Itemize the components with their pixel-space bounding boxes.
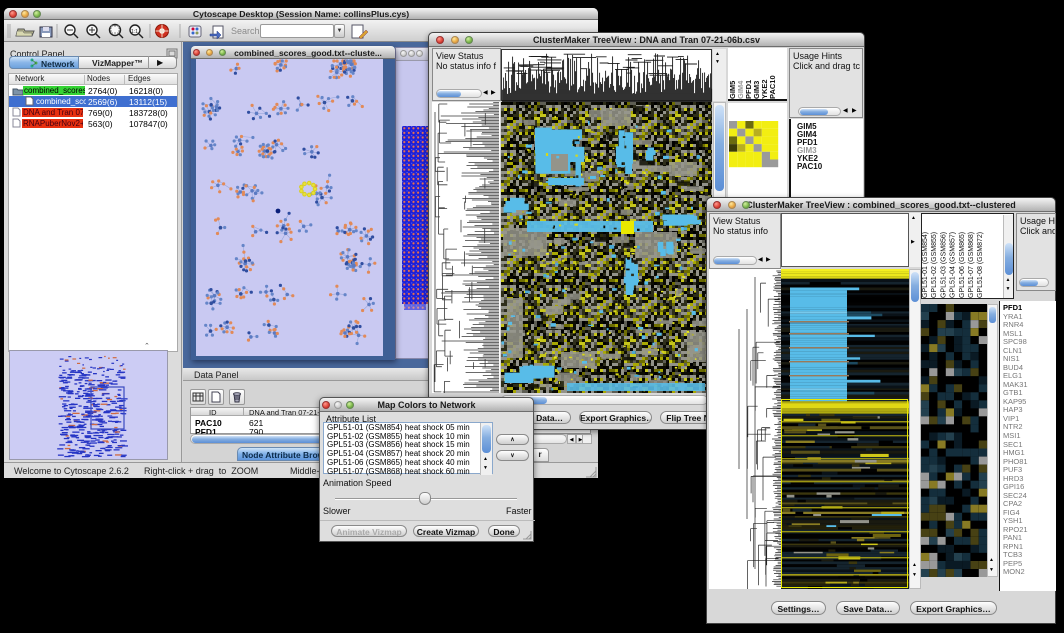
svg-text:GPL51-02 (GSM855): GPL51-02 (GSM855) bbox=[931, 232, 938, 298]
svg-text:GPL51-08 (GSM872): GPL51-08 (GSM872) bbox=[977, 232, 984, 298]
svg-text:GPL51-04 (GSM857): GPL51-04 (GSM857) bbox=[950, 232, 957, 298]
svg-text:1:1: 1:1 bbox=[131, 29, 138, 35]
svg-text:GPL51-07 (GSM868): GPL51-07 (GSM868) bbox=[968, 232, 975, 298]
svg-text:PAC10: PAC10 bbox=[768, 75, 777, 99]
svg-text:GPL51-03 (GSM856): GPL51-03 (GSM856) bbox=[940, 232, 947, 298]
svg-text:GPL51-01 (GSM854): GPL51-01 (GSM854) bbox=[922, 232, 929, 298]
svg-text:GPL51-06 (GSM865): GPL51-06 (GSM865) bbox=[959, 232, 966, 298]
